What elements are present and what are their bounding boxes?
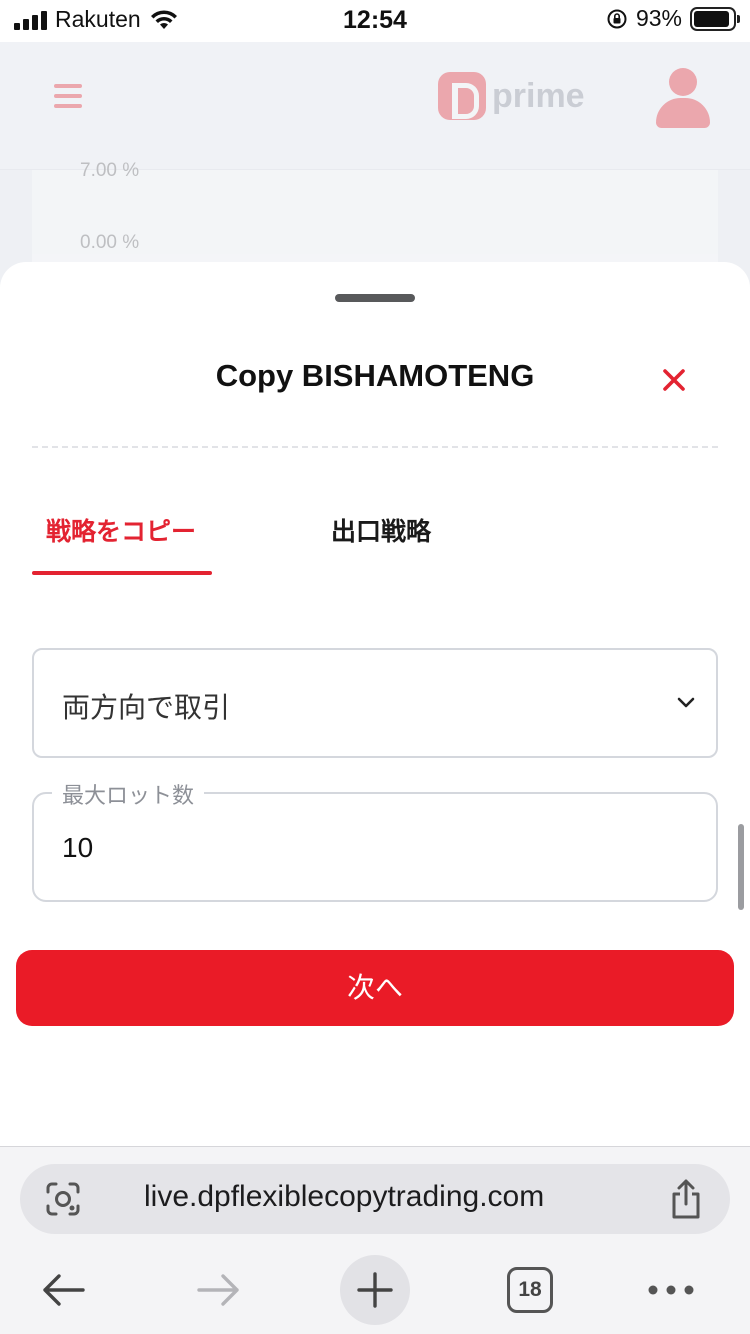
trade-direction-value: 両方向で取引	[62, 692, 231, 723]
close-icon	[663, 369, 685, 391]
status-bar: Rakuten 12:54 93%	[0, 0, 750, 42]
background-app: prime 7.00 % 0.00 %	[0, 42, 750, 310]
scrollbar[interactable]	[738, 824, 744, 910]
axis-label: 7.00 %	[80, 160, 140, 181]
arrow-left-icon	[43, 1274, 85, 1306]
active-tab-indicator	[32, 571, 212, 575]
more-button[interactable]	[636, 1255, 706, 1325]
app-header: prime	[0, 42, 750, 170]
sheet-grabber[interactable]	[335, 294, 415, 302]
orientation-lock-icon	[607, 9, 627, 28]
chevron-down-icon	[676, 692, 696, 712]
close-button[interactable]	[656, 362, 692, 398]
visual-search-icon[interactable]	[44, 1181, 82, 1217]
tab-exit-strategy[interactable]: 出口戦略	[331, 512, 431, 548]
brand-name: prime	[492, 76, 585, 115]
browser-nav-row: 18	[0, 1255, 750, 1325]
forward-button[interactable]	[184, 1255, 254, 1325]
tab-count: 18	[507, 1267, 553, 1313]
menu-icon	[54, 84, 82, 110]
trade-direction-select[interactable]: 両方向で取引	[32, 648, 718, 758]
next-button[interactable]: 次へ	[16, 950, 734, 1026]
browser-toolbar: live.dpflexiblecopytrading.com 18	[0, 1146, 750, 1334]
address-bar[interactable]: live.dpflexiblecopytrading.com	[20, 1164, 730, 1234]
url-text: live.dpflexiblecopytrading.com	[144, 1180, 545, 1213]
user-avatar-icon	[656, 68, 710, 130]
arrow-right-icon	[197, 1274, 239, 1306]
share-icon[interactable]	[668, 1178, 704, 1220]
sheet-divider	[32, 446, 718, 448]
more-dots-icon	[648, 1285, 694, 1295]
battery-icon	[690, 6, 740, 31]
max-lot-field: 最大ロット数	[32, 778, 718, 902]
max-lot-label: 最大ロット数	[52, 778, 205, 810]
axis-label: 0.00 %	[80, 232, 140, 253]
plus-icon	[357, 1272, 393, 1308]
copy-strategy-sheet: Copy BISHAMOTENG 戦略をコピー 出口戦略 両方向で取引 最大ロッ…	[0, 262, 750, 1146]
battery-percentage: 93%	[635, 5, 682, 31]
sheet-title: Copy BISHAMOTENG	[215, 358, 535, 393]
logo-icon	[438, 72, 486, 120]
tab-copy-strategy[interactable]: 戦略をコピー	[46, 512, 196, 548]
status-right: 93%	[606, 5, 740, 32]
brand-logo: prime	[438, 72, 585, 120]
max-lot-input[interactable]	[62, 832, 662, 864]
tab-switcher-button[interactable]: 18	[495, 1255, 565, 1325]
back-button[interactable]	[28, 1255, 98, 1325]
new-tab-button[interactable]	[340, 1255, 410, 1325]
